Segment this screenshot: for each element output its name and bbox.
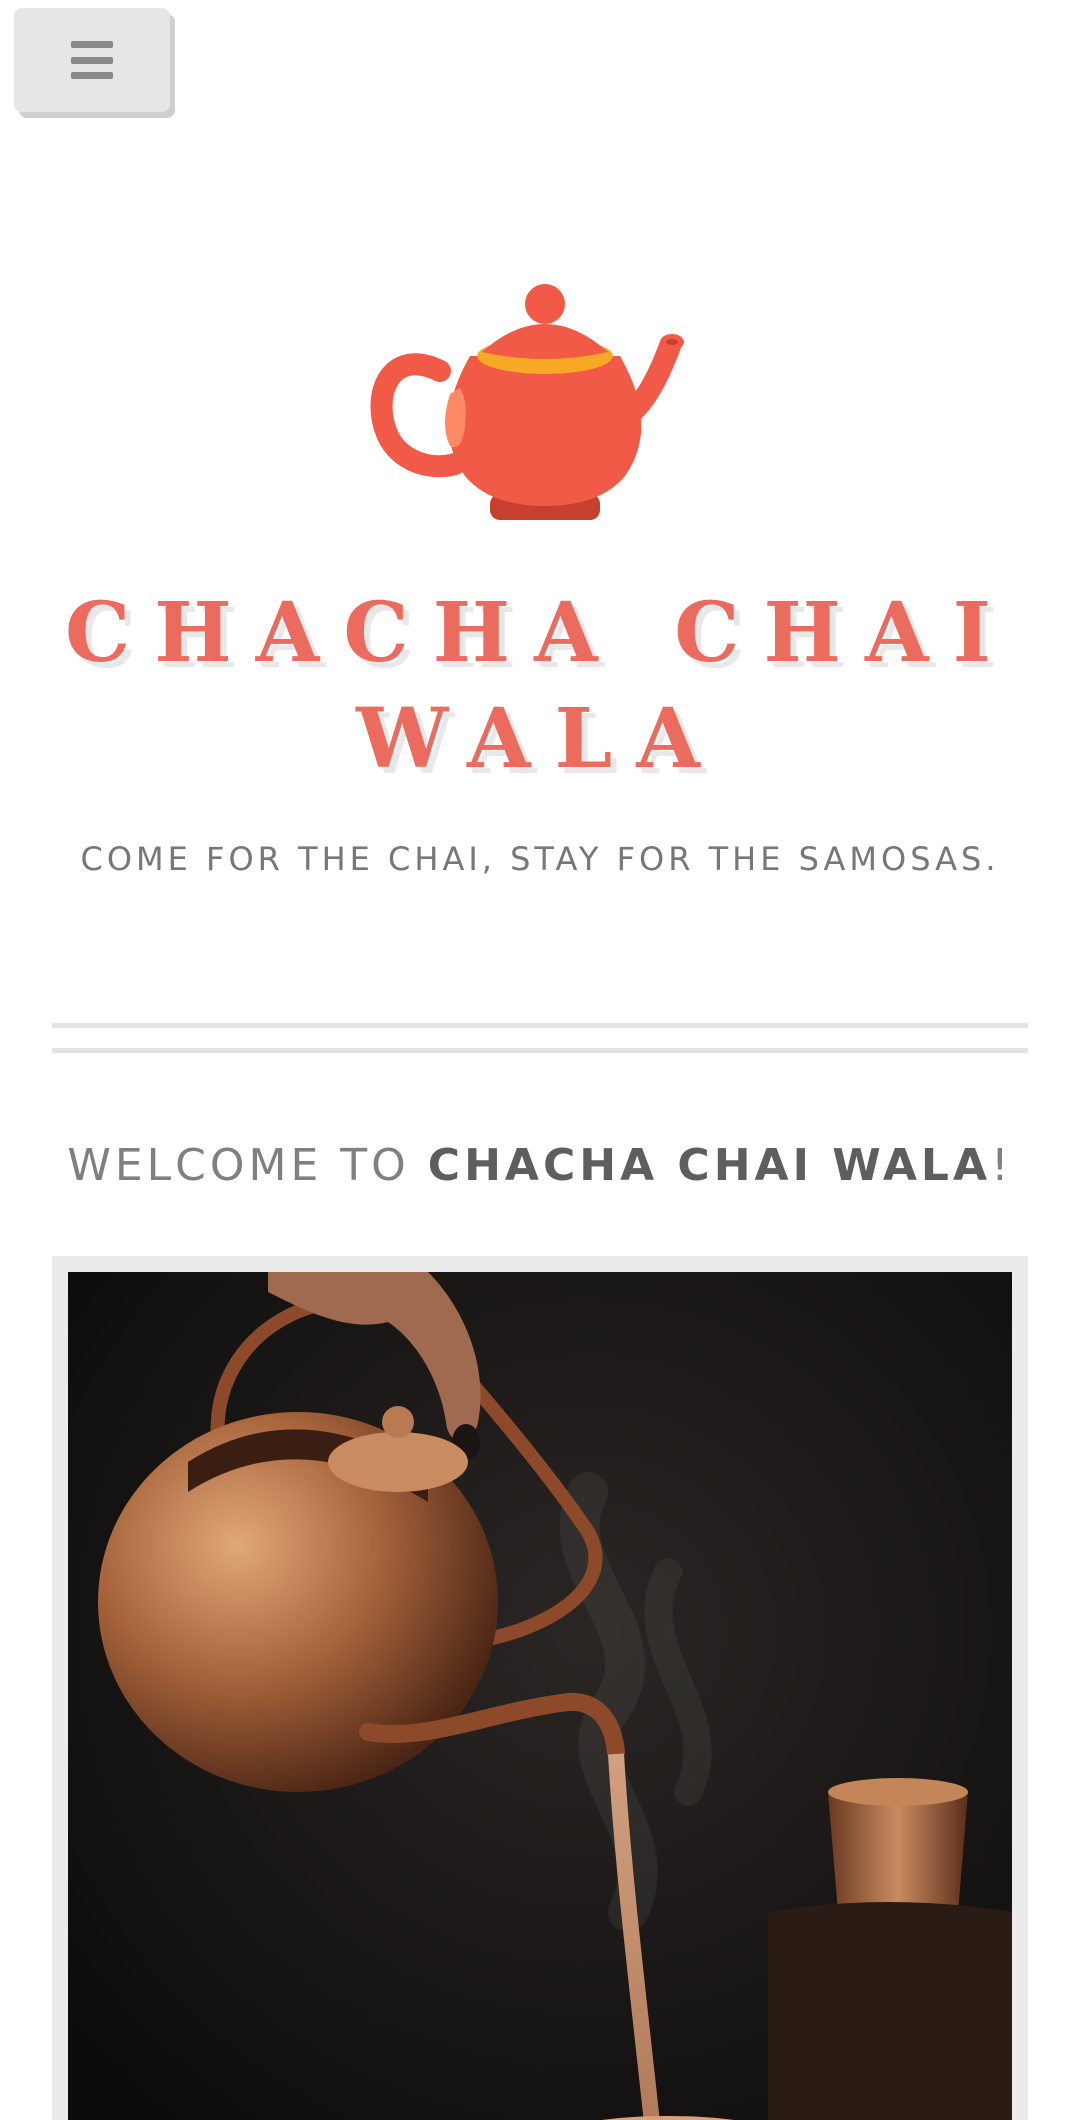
welcome-suffix: !: [991, 1140, 1013, 1191]
divider-bottom: [52, 1048, 1028, 1053]
hamburger-menu-icon: [71, 41, 113, 79]
copper-kettle-pouring-chai-photo: [68, 1272, 1012, 2120]
welcome-brand: CHACHA CHAI WALA: [427, 1140, 991, 1191]
divider-top: [52, 1023, 1028, 1028]
hero-photo-frame: [52, 1256, 1028, 2120]
site-title[interactable]: CHACHA CHAI WALA: [40, 580, 1040, 792]
site-tagline: COME FOR THE CHAI, STAY FOR THE SAMOSAS.: [80, 840, 1000, 878]
welcome-heading: WELCOME TO CHACHA CHAI WALA!: [40, 1140, 1040, 1191]
menu-toggle-button[interactable]: [14, 8, 170, 112]
teapot-icon[interactable]: [370, 276, 710, 536]
welcome-prefix: WELCOME TO: [67, 1140, 428, 1191]
page: CHACHA CHAI WALA COME FOR THE CHAI, STAY…: [0, 0, 1080, 2120]
